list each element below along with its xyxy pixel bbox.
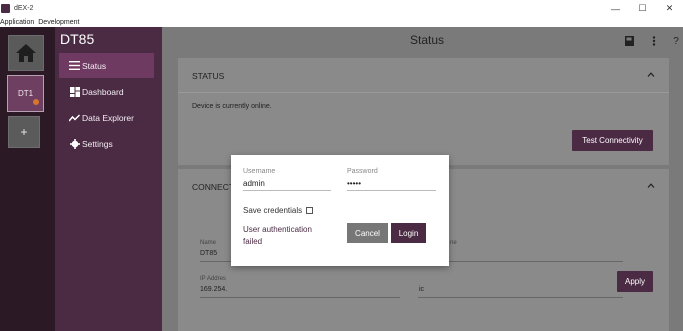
status-message: Device is currently online.	[192, 103, 272, 110]
menu-development[interactable]: Development	[38, 19, 83, 26]
name-field[interactable]: DT85	[200, 250, 217, 257]
card-divider	[178, 92, 669, 93]
login-error-message: User authentication failed	[243, 225, 312, 246]
app-icon	[1, 4, 10, 13]
sidebar-item-label: Data Explorer	[82, 112, 134, 123]
device-title: DT85	[60, 31, 95, 47]
ip-address-label: IP Addres	[200, 276, 226, 282]
save-credentials-label: Save credentials	[243, 206, 303, 215]
minimize-button[interactable]: —	[602, 0, 629, 17]
list-icon	[69, 60, 80, 71]
save-credentials-checkbox[interactable]	[306, 207, 314, 214]
device-tile-dt1[interactable]: DT1	[7, 75, 44, 112]
cancel-button[interactable]: Cancel	[347, 223, 388, 243]
page-title: Status	[409, 33, 445, 47]
test-connectivity-button[interactable]: Test Connectivity	[572, 130, 653, 151]
sidebar-item-label: Settings	[82, 138, 113, 149]
save-credentials-row[interactable]: Save credentials	[243, 206, 314, 215]
ip-address-field[interactable]: 169.254.	[200, 286, 227, 293]
status-card-heading: STATUS	[192, 71, 225, 81]
username-input[interactable]: admin	[243, 179, 331, 191]
notebook-icon[interactable]	[624, 36, 634, 46]
login-dialog: Username admin Password ••••• Save crede…	[231, 155, 449, 266]
sidebar-item-settings[interactable]: Settings	[59, 131, 154, 156]
right-field-2-value[interactable]: ic	[419, 286, 424, 293]
password-input[interactable]: •••••	[347, 179, 436, 191]
sidebar: DT85 Status Dashboard Data Explorer Sett…	[55, 27, 162, 331]
alert-dot-icon	[33, 99, 39, 105]
home-icon	[16, 44, 36, 62]
sidebar-item-status[interactable]: Status	[59, 53, 154, 78]
login-button[interactable]: Login	[391, 223, 426, 243]
dashboard-icon	[69, 86, 80, 97]
chart-icon	[69, 112, 80, 123]
device-rail: DT1 +	[0, 27, 55, 331]
status-card: STATUS Device is currently online. Test …	[178, 58, 669, 165]
maximize-button[interactable]: ☐	[629, 0, 656, 17]
add-device-button[interactable]: +	[8, 116, 40, 148]
menu-bar: Application Development	[0, 17, 683, 27]
more-vertical-icon[interactable]	[649, 36, 659, 46]
close-button[interactable]: ✕	[656, 0, 683, 17]
menu-application[interactable]: Application	[0, 19, 38, 26]
device-tile-label: DT1	[17, 89, 34, 98]
username-label: Username	[243, 168, 276, 175]
sidebar-item-dashboard[interactable]: Dashboard	[59, 79, 154, 104]
apply-button[interactable]: Apply	[617, 271, 653, 292]
password-label: Password	[347, 168, 378, 175]
ip-address-underline	[200, 297, 400, 298]
sidebar-item-label: Dashboard	[82, 86, 124, 97]
window-controls: — ☐ ✕	[602, 0, 683, 17]
right-field-label: ne	[450, 240, 457, 246]
name-label: Name	[200, 240, 217, 246]
sidebar-item-label: Status	[82, 60, 107, 71]
title-bar: dEX-2 — ☐ ✕	[0, 0, 683, 17]
window-title: dEX-2	[14, 5, 34, 12]
connection-card-heading: CONNECT	[192, 182, 235, 192]
right-field-2-underline	[418, 297, 623, 298]
page-header: Status ?	[162, 27, 683, 55]
plus-icon: +	[20, 125, 28, 139]
chevron-up-icon[interactable]	[647, 180, 655, 190]
sidebar-item-data-explorer[interactable]: Data Explorer	[59, 105, 154, 130]
help-icon[interactable]: ?	[671, 36, 681, 47]
chevron-up-icon[interactable]	[647, 69, 655, 79]
home-button[interactable]	[8, 35, 44, 71]
gear-icon	[69, 138, 80, 149]
